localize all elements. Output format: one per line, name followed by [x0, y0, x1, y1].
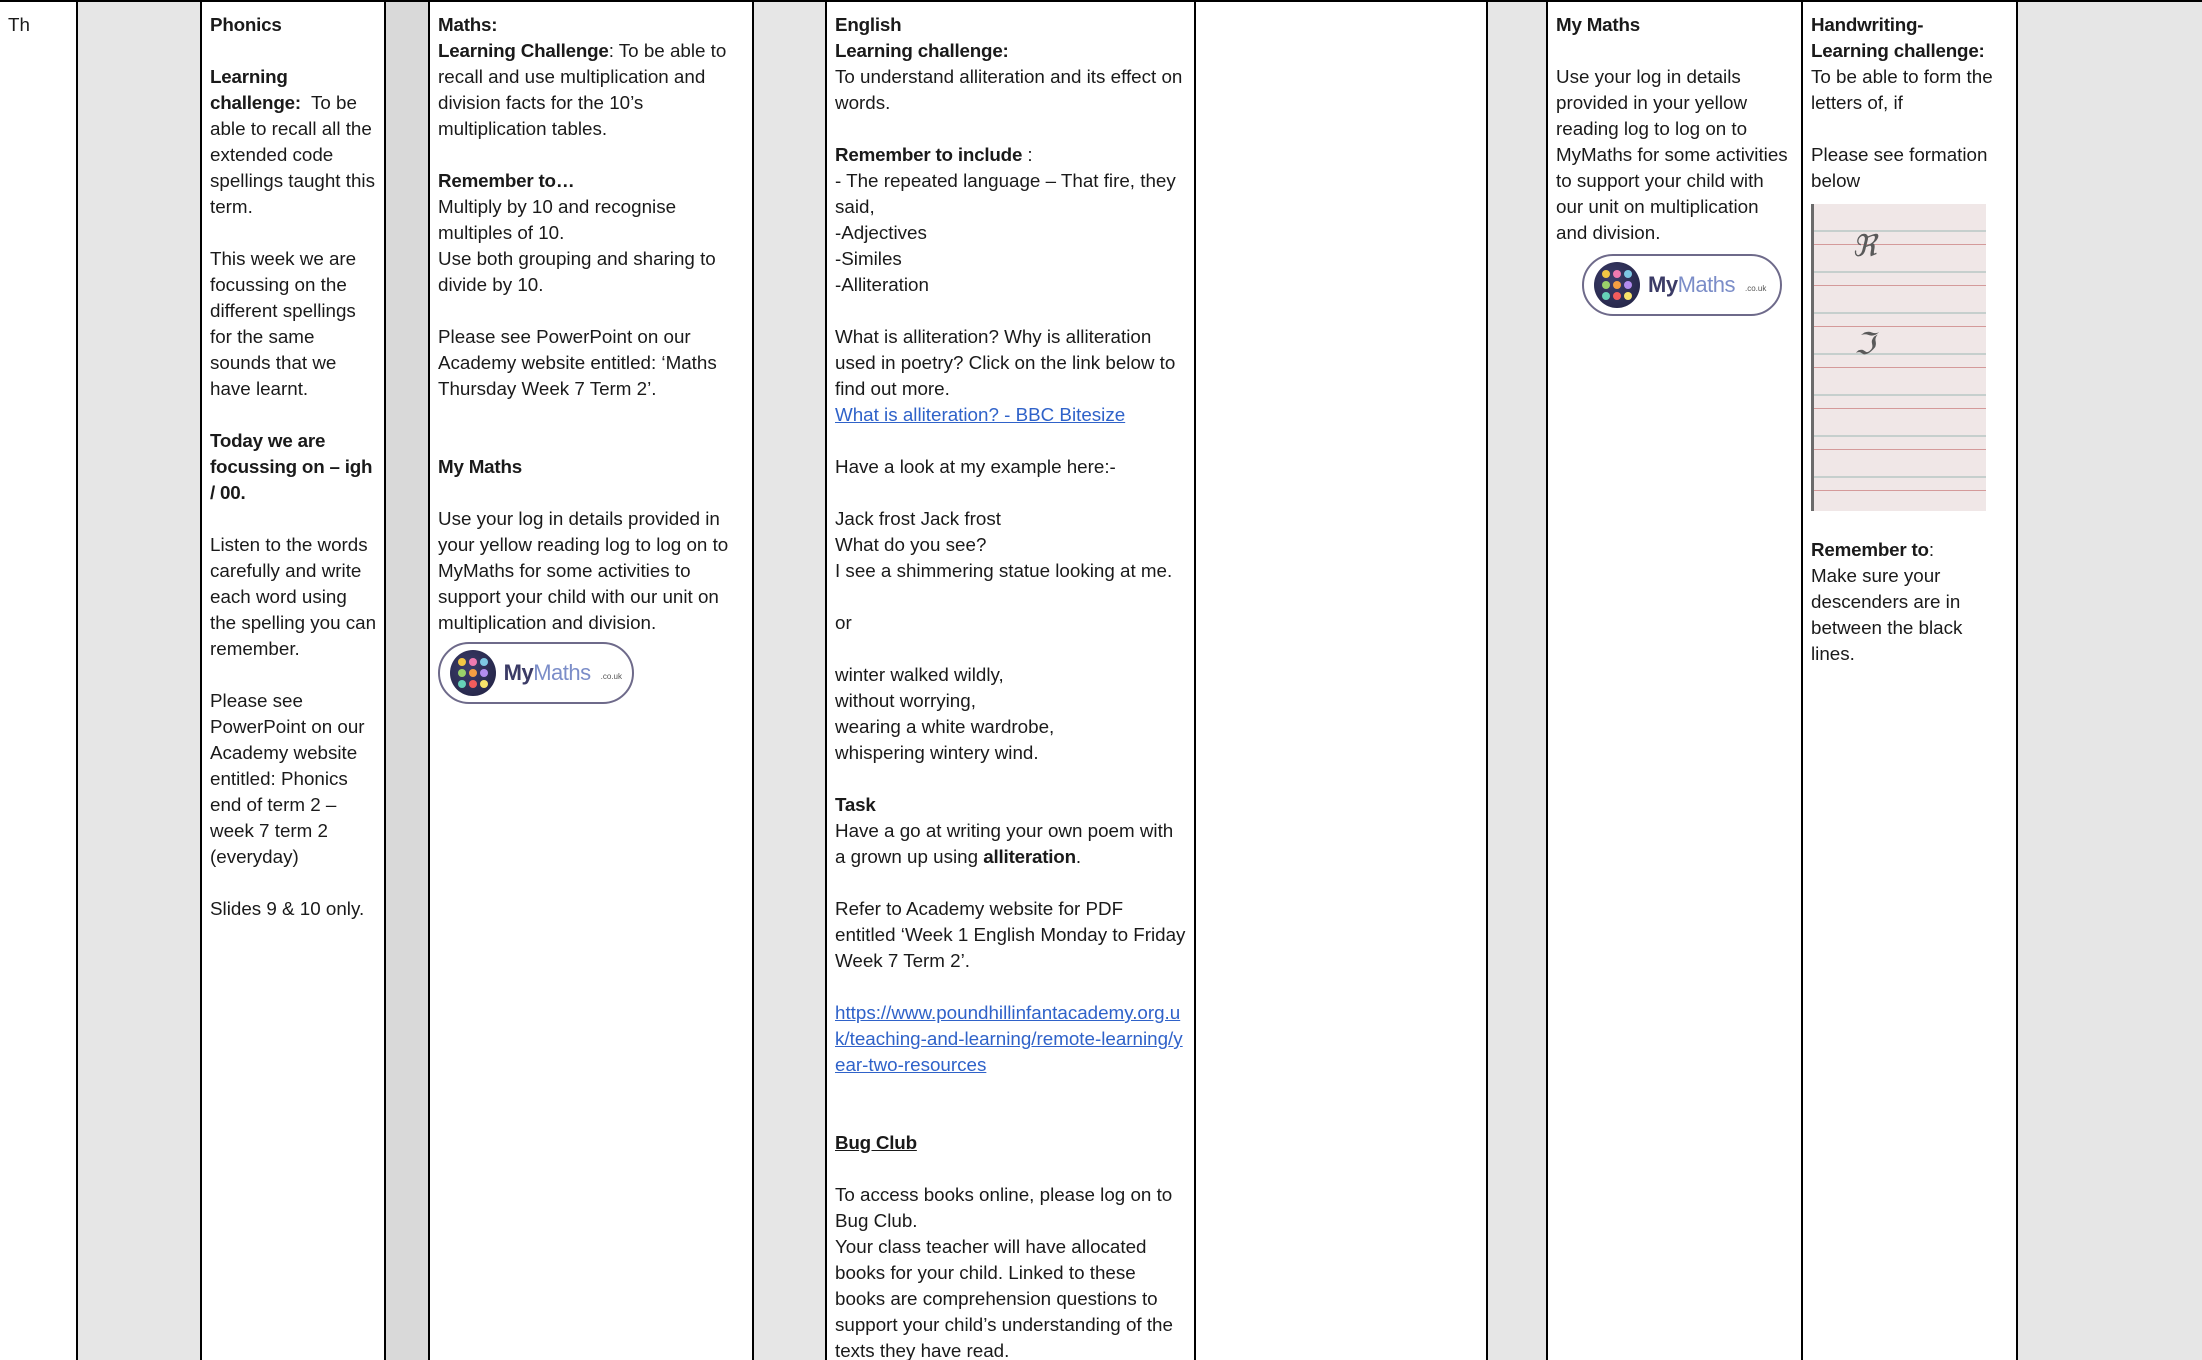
day-column: Th	[0, 2, 76, 1360]
handwriting-sample-of: ℜ	[1852, 229, 1877, 264]
maths-column: Maths: Learning Challenge: To be able to…	[428, 2, 752, 1360]
mymaths-logo-icon	[450, 650, 496, 696]
phonics-today-focus: Today we are focussing on – igh / 00.	[210, 430, 373, 503]
handwriting-sample-if: ℑ	[1854, 327, 1875, 362]
english-example-intro: Have a look at my example here:-	[835, 456, 1116, 477]
maths-see-powerpoint: Please see PowerPoint on our Academy web…	[438, 326, 717, 399]
mymaths-logo-wordmark: MyMaths	[503, 660, 591, 685]
bugclub-heading: Bug Club	[835, 1132, 917, 1153]
handwriting-remember: Remember to:	[1811, 539, 1935, 560]
handwriting-column: Handwriting- Learning challenge: To be a…	[1801, 2, 2016, 1360]
handwriting-challenge-label: Learning challenge:	[1811, 40, 1985, 61]
mymaths-heading: My Maths	[438, 456, 522, 477]
logo-dot	[479, 669, 488, 677]
english-task: Have a go at writing your own poem with …	[835, 820, 1174, 867]
maths-challenge: Learning Challenge: To be able to recall…	[438, 38, 746, 142]
english-refer: Refer to Academy website for PDF entitle…	[835, 898, 1186, 971]
english-column: English Learning challenge: To understan…	[825, 2, 1194, 1360]
english-or: or	[835, 612, 852, 633]
logo-dot	[468, 680, 477, 688]
logo-dot	[1602, 292, 1610, 300]
english-remember-item: -Similes	[835, 248, 902, 269]
logo-dot	[479, 658, 488, 666]
english-example-line: without worrying,	[835, 690, 976, 711]
english-example-line: whispering wintery wind.	[835, 742, 1039, 763]
logo-dot	[1613, 281, 1621, 289]
phonics-listen: Listen to the words carefully and write …	[210, 534, 377, 659]
logo-dot	[457, 658, 466, 666]
phonics-heading: Phonics	[210, 14, 282, 35]
handwriting-formation: Please see formation below	[1811, 144, 1988, 191]
maths-remember-2: Use both grouping and sharing to divide …	[438, 248, 716, 295]
phonics-week-focus: This week we are focussing on the differ…	[210, 248, 357, 399]
academy-url-link[interactable]: https://www.poundhillinfantacademy.org.u…	[835, 1002, 1183, 1075]
english-remember-item: -Alliteration	[835, 274, 929, 295]
english-remember-item: - The repeated language – That fire, the…	[835, 170, 1176, 217]
bugclub-text-1: To access books online, please log on to…	[835, 1184, 1173, 1231]
spacer-column	[1486, 2, 1546, 1360]
mymaths-logo-tld: .co.uk	[1744, 284, 1767, 293]
bugclub-text-2: Your class teacher will have allocated b…	[835, 1236, 1173, 1360]
mymaths-col-heading: My Maths	[1556, 14, 1640, 35]
english-task-label: Task	[835, 794, 876, 815]
day-label: Th	[8, 14, 30, 35]
phonics-challenge-label: Learning challenge:	[210, 66, 301, 113]
phonics-slides: Slides 9 & 10 only.	[210, 898, 365, 919]
handwriting-challenge-text: To be able to form the letters of, if	[1811, 66, 1993, 113]
english-example-line: winter walked wildly,	[835, 664, 1004, 685]
logo-dot	[1624, 292, 1632, 300]
english-example-line: I see a shimmering statue looking at me.	[835, 560, 1173, 581]
handwriting-formation-image: ℜ ℑ	[1811, 204, 1986, 511]
mymaths-logo-icon	[1594, 262, 1640, 308]
maths-challenge-label: Learning Challenge	[438, 40, 609, 61]
mymaths-logo[interactable]: MyMaths .co.uk	[438, 642, 634, 704]
english-challenge-label: Learning challenge:	[835, 40, 1009, 61]
maths-remember-1: Multiply by 10 and recognise multiples o…	[438, 196, 677, 243]
mymaths-logo-tld: .co.uk	[600, 672, 622, 681]
phonics-see-powerpoint: Please see PowerPoint on our Academy web…	[210, 690, 365, 867]
phonics-challenge: Learning challenge: To be able to recall…	[210, 64, 378, 220]
mymaths-col-text: Use your log in details provided in your…	[1556, 66, 1788, 243]
spacer-column	[76, 2, 200, 1360]
spacer-column	[2016, 2, 2202, 1360]
spacer-column	[384, 2, 428, 1360]
logo-dot	[1602, 281, 1610, 289]
mymaths-column: My Maths Use your log in details provide…	[1546, 2, 1801, 1360]
handwriting-remember-text: Make sure your descenders are in between…	[1811, 565, 1963, 664]
english-remember-label: Remember to include	[835, 144, 1023, 165]
logo-dot	[479, 680, 488, 688]
logo-dot	[468, 669, 477, 677]
mymaths-logo-wordmark: MyMaths	[1648, 272, 1735, 297]
blank-column	[1194, 2, 1486, 1360]
english-question: What is alliteration? Why is alliteratio…	[835, 326, 1176, 399]
handwriting-remember-label: Remember to	[1811, 539, 1929, 560]
maths-heading: Maths:	[438, 14, 498, 35]
english-example-line: wearing a white wardrobe,	[835, 716, 1055, 737]
logo-dot	[1613, 292, 1621, 300]
logo-dot	[457, 669, 466, 677]
mymaths-text: Use your log in details provided in your…	[438, 508, 729, 633]
english-example-line: What do you see?	[835, 534, 987, 555]
maths-remember-label: Remember to…	[438, 170, 575, 191]
phonics-column: Phonics Learning challenge: To be able t…	[200, 2, 384, 1360]
spacer-column	[752, 2, 825, 1360]
bbc-bitesize-link[interactable]: What is alliteration? - BBC Bitesize	[835, 404, 1125, 425]
logo-dot	[1613, 270, 1621, 278]
english-remember-item: -Adjectives	[835, 222, 927, 243]
timetable-row: Th Phonics Learning challenge: To be abl…	[0, 0, 2202, 1360]
logo-dot	[457, 680, 466, 688]
english-example-line: Jack frost Jack frost	[835, 508, 1001, 529]
logo-dot	[1624, 281, 1632, 289]
logo-dot	[1624, 270, 1632, 278]
english-challenge-text: To understand alliteration and its effec…	[835, 66, 1183, 113]
logo-dot	[1602, 270, 1610, 278]
handwriting-heading: Handwriting-	[1811, 14, 1924, 35]
english-heading: English	[835, 14, 902, 35]
logo-dot	[468, 658, 477, 666]
mymaths-logo[interactable]: MyMaths .co.uk	[1582, 254, 1782, 316]
english-remember: Remember to include :	[835, 144, 1033, 165]
